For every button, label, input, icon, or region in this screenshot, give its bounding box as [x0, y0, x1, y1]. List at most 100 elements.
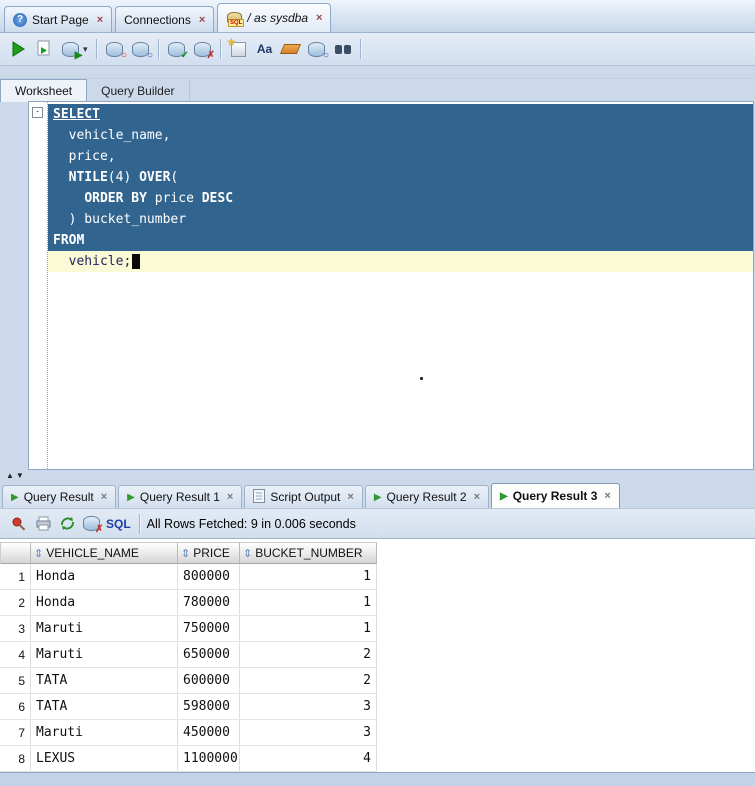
sort-icon[interactable]: ⇕ — [181, 547, 190, 560]
row-number-cell[interactable]: 4 — [0, 642, 31, 667]
bucket-number-cell[interactable]: 2 — [240, 668, 377, 693]
price-cell[interactable]: 780000 — [178, 590, 240, 615]
delete-icon[interactable]: ✗ — [80, 513, 104, 535]
toolbar-separator — [219, 39, 222, 59]
row-number-cell[interactable]: 6 — [0, 694, 31, 719]
price-cell[interactable]: 600000 — [178, 668, 240, 693]
sql-tuning-icon[interactable]: ○ — [130, 38, 153, 60]
run-statement-icon[interactable] — [7, 38, 29, 60]
explain-plan-icon[interactable]: ▶ — [59, 38, 83, 60]
refresh-icon[interactable] — [56, 513, 78, 535]
code-fold-icon[interactable]: - — [32, 107, 43, 118]
clear-icon[interactable] — [280, 38, 302, 60]
code-line[interactable]: vehicle_name, — [48, 125, 753, 146]
close-icon[interactable]: × — [199, 14, 205, 26]
vehicle-name-cell[interactable]: Maruti — [31, 720, 178, 745]
tab-worksheet[interactable]: Worksheet — [0, 79, 88, 102]
vehicle-name-cell[interactable]: TATA — [31, 694, 178, 719]
bucket-number-cell[interactable]: 1 — [240, 564, 377, 589]
close-icon[interactable]: × — [347, 491, 353, 503]
code-line[interactable]: NTILE(4) OVER( — [48, 167, 753, 188]
commit-icon[interactable]: ✓ — [166, 38, 189, 60]
table-row: 8 LEXUS 1100000 4 — [0, 746, 377, 772]
column-header-vehicle-name[interactable]: ⇕ VEHICLE_NAME — [31, 542, 178, 564]
code-line[interactable]: price, — [48, 146, 753, 167]
code-line[interactable]: FROM — [48, 230, 753, 251]
sql-id-icon[interactable]: ★ — [226, 35, 250, 60]
tab-query-result-1[interactable]: ▶ Query Result 1 × — [118, 485, 243, 508]
tab-label: / as sysdba — [247, 11, 308, 25]
vehicle-name-cell[interactable]: LEXUS — [31, 746, 178, 771]
tab-query-result[interactable]: ▶ Query Result × — [2, 485, 117, 508]
bucket-number-cell[interactable]: 1 — [240, 616, 377, 641]
collapse-up-icon[interactable]: ▲ — [6, 472, 14, 480]
close-icon[interactable]: × — [97, 14, 103, 26]
bucket-number-cell[interactable]: 1 — [240, 590, 377, 615]
editor-gutter: - — [29, 102, 48, 469]
tab-start-page[interactable]: ? Start Page × — [4, 6, 113, 32]
pin-icon[interactable] — [8, 513, 30, 535]
tab-query-result-3[interactable]: ▶ Query Result 3 × — [491, 483, 620, 508]
vehicle-name-cell[interactable]: Maruti — [31, 616, 178, 641]
row-number-header[interactable] — [0, 542, 31, 564]
tab-query-builder[interactable]: Query Builder — [87, 80, 190, 102]
case-toggle-icon[interactable]: Aa — [254, 38, 276, 60]
close-icon[interactable]: × — [474, 491, 480, 503]
code-token: ( — [170, 170, 179, 185]
vehicle-name-cell[interactable]: TATA — [31, 668, 178, 693]
code-line[interactable]: ORDER BY price DESC — [48, 188, 753, 209]
sql-button[interactable]: SQL — [106, 517, 131, 531]
bucket-number-cell[interactable]: 3 — [240, 720, 377, 745]
close-icon[interactable]: × — [604, 490, 610, 502]
column-header-bucket-number[interactable]: ⇕ BUCKET_NUMBER — [240, 542, 377, 564]
tab-label: Connections — [124, 12, 191, 27]
collapse-down-icon[interactable]: ▼ — [16, 472, 24, 480]
price-cell[interactable]: 450000 — [178, 720, 240, 745]
tab-connections[interactable]: Connections × — [115, 6, 215, 32]
sql-editor[interactable]: - SELECT vehicle_name, price, NTILE(4) O… — [28, 101, 754, 470]
pane-splitter[interactable]: ▲ ▼ — [0, 470, 755, 482]
code-line[interactable]: SELECT — [48, 104, 753, 125]
row-number-cell[interactable]: 7 — [0, 720, 31, 745]
close-icon[interactable]: × — [101, 491, 107, 503]
price-cell[interactable]: 1100000 — [178, 746, 240, 771]
bucket-number-cell[interactable]: 2 — [240, 642, 377, 667]
column-header-price[interactable]: ⇕ PRICE — [178, 542, 240, 564]
bucket-number-cell[interactable]: 3 — [240, 694, 377, 719]
row-number-cell[interactable]: 3 — [0, 616, 31, 641]
price-cell[interactable]: 598000 — [178, 694, 240, 719]
autotrace-icon[interactable]: ○ — [104, 38, 127, 60]
price-cell[interactable]: 650000 — [178, 642, 240, 667]
column-label: VEHICLE_NAME — [46, 546, 139, 560]
chevron-down-icon[interactable]: ▾ — [83, 44, 88, 55]
code-line[interactable]: vehicle; — [48, 251, 753, 272]
bucket-number-cell[interactable]: 4 — [240, 746, 377, 771]
print-icon[interactable] — [32, 513, 54, 535]
column-label: BUCKET_NUMBER — [255, 546, 363, 560]
find-db-object-icon[interactable] — [332, 38, 354, 60]
sort-icon[interactable]: ⇕ — [243, 547, 252, 560]
vehicle-name-cell[interactable]: Honda — [31, 564, 178, 589]
close-icon[interactable]: × — [227, 491, 233, 503]
code-token: (4) — [107, 170, 140, 185]
tab-script-output[interactable]: Script Output × — [244, 485, 363, 508]
price-cell[interactable]: 800000 — [178, 564, 240, 589]
tab-label: Query Builder — [101, 84, 175, 98]
price-cell[interactable]: 750000 — [178, 616, 240, 641]
vehicle-name-cell[interactable]: Honda — [31, 590, 178, 615]
help-icon: ? — [13, 12, 27, 27]
rollback-icon[interactable]: ✗ — [192, 38, 215, 60]
tab-sysdba[interactable]: SQL / as sysdba × — [217, 3, 332, 32]
row-number-cell[interactable]: 8 — [0, 746, 31, 771]
tab-query-result-2[interactable]: ▶ Query Result 2 × — [364, 485, 490, 508]
row-number-cell[interactable]: 2 — [0, 590, 31, 615]
sort-icon[interactable]: ⇕ — [34, 547, 43, 560]
run-script-icon[interactable] — [33, 38, 55, 60]
row-number-cell[interactable]: 1 — [0, 564, 31, 589]
vehicle-name-cell[interactable]: Maruti — [31, 642, 178, 667]
row-number-cell[interactable]: 5 — [0, 668, 31, 693]
close-icon[interactable]: × — [316, 12, 322, 24]
code-lines[interactable]: SELECT vehicle_name, price, NTILE(4) OVE… — [48, 104, 753, 272]
code-line[interactable]: ) bucket_number — [48, 209, 753, 230]
sql-history-icon[interactable]: ○ — [306, 38, 329, 60]
